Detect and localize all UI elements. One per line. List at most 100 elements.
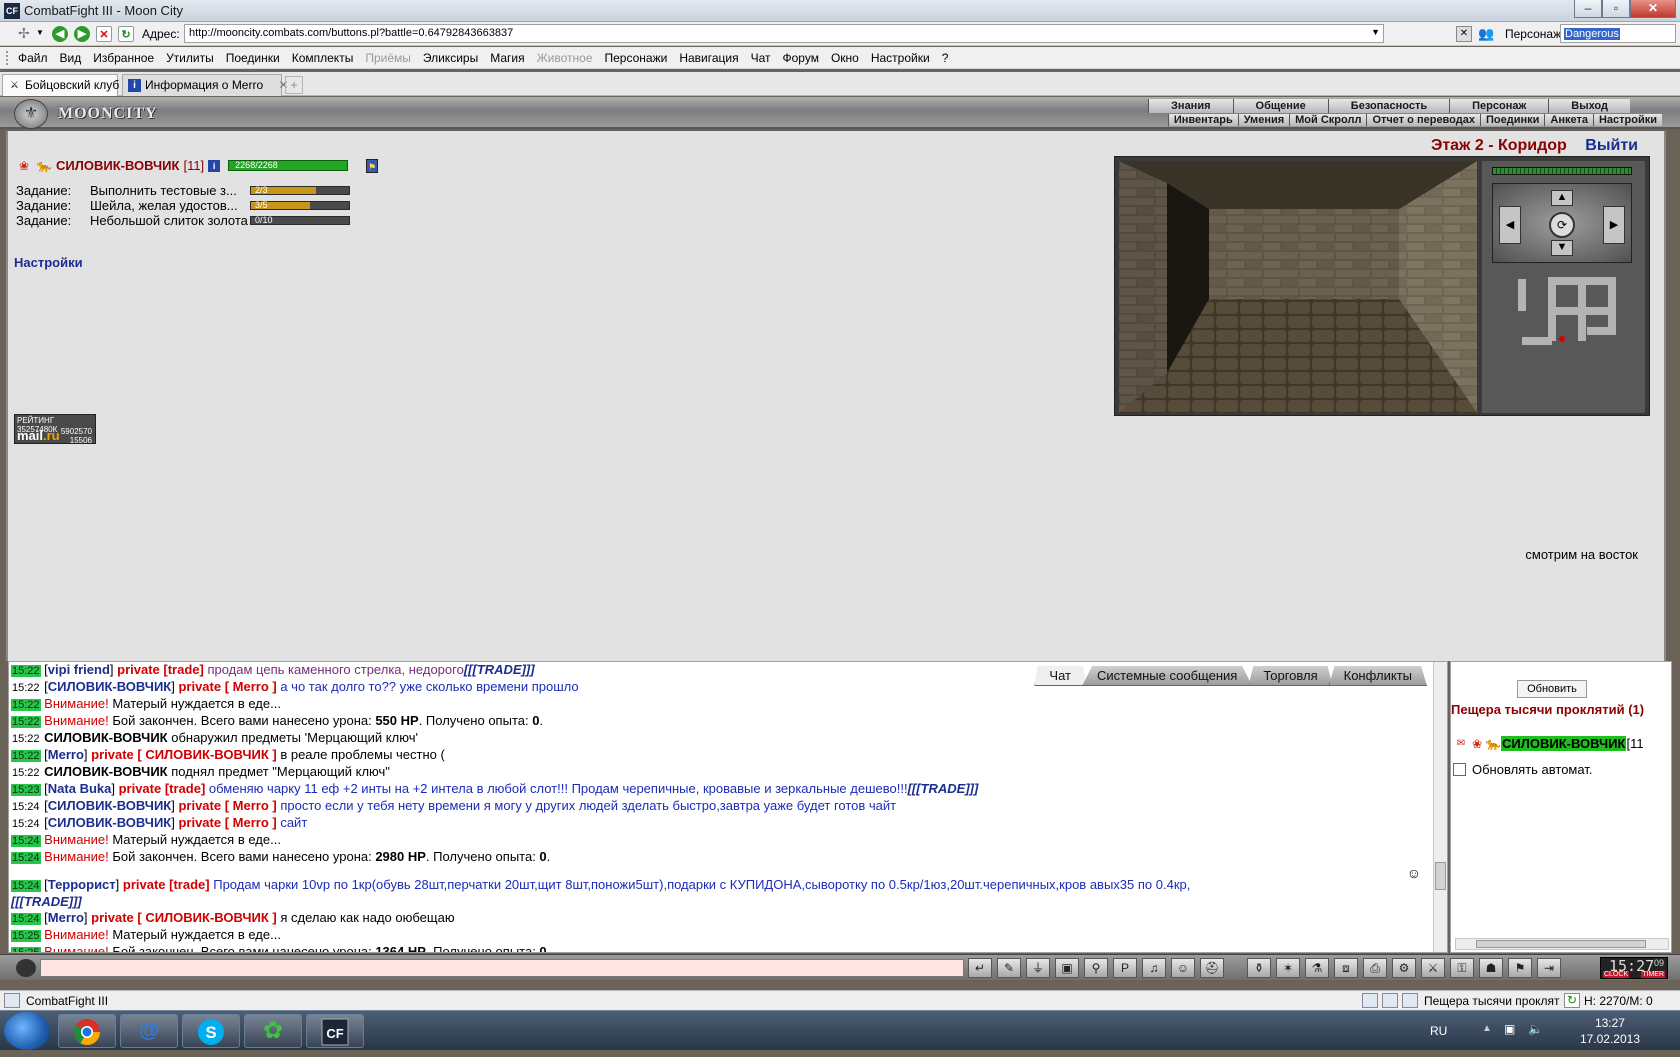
chevron-down-icon[interactable]: ▼ bbox=[36, 28, 44, 37]
scroll-thumb[interactable] bbox=[1435, 862, 1446, 890]
combatfight-icon[interactable]: CF bbox=[306, 1014, 364, 1048]
sub-nav-item[interactable]: Настройки bbox=[1592, 114, 1662, 126]
menu-item[interactable]: Файл bbox=[12, 51, 54, 65]
quest-row[interactable]: Задание: Небольшой слиток золота 0/10 bbox=[16, 213, 350, 228]
bag-icon[interactable]: ⚱ bbox=[1247, 958, 1271, 978]
walk-icon[interactable]: ⚲ bbox=[1084, 958, 1108, 978]
skype-icon[interactable]: S bbox=[182, 1014, 240, 1048]
chat-tab[interactable]: Торговля bbox=[1248, 666, 1333, 686]
volume-icon[interactable]: 🔈 bbox=[1528, 1022, 1543, 1036]
start-button[interactable] bbox=[4, 1012, 50, 1050]
persona-select[interactable]: Dangerous ▼ bbox=[1560, 24, 1676, 43]
chat-text[interactable]: private [ Merro ] bbox=[178, 679, 276, 694]
chat-timestamp[interactable]: 15:22 bbox=[11, 682, 41, 694]
tab-merro-info[interactable]: i Информация о Merro ✕ bbox=[122, 74, 289, 96]
chat-nick[interactable]: vipi friend bbox=[48, 662, 110, 677]
refresh-icon[interactable]: ↻ bbox=[118, 26, 134, 42]
chat-timestamp[interactable]: 15:24 bbox=[11, 880, 41, 892]
menu-item[interactable]: Избранное bbox=[87, 51, 160, 65]
menu-item[interactable]: Эликсиры bbox=[417, 51, 484, 65]
quest-row[interactable]: Задание: Выполнить тестовые з... 2/3 bbox=[16, 183, 350, 198]
chat-scrollbar[interactable] bbox=[1433, 662, 1447, 952]
chat-bubble-icon[interactable] bbox=[16, 959, 36, 977]
autoupdate-option[interactable]: Обновлять автомат. bbox=[1453, 762, 1592, 777]
chat-text[interactable]: private [ СИЛОВИК-ВОВЧИК ] bbox=[91, 747, 277, 762]
close-button[interactable]: ✕ bbox=[1630, 0, 1676, 18]
chat-timestamp[interactable]: 15:24 bbox=[11, 913, 41, 925]
top-nav-item[interactable]: Выход bbox=[1548, 99, 1630, 113]
chat-timestamp[interactable]: 15:22 bbox=[11, 665, 41, 677]
exit-link[interactable]: Выйти bbox=[1585, 137, 1638, 154]
chat-nick[interactable]: Террорист bbox=[48, 877, 116, 892]
chat-nick[interactable]: Merro bbox=[48, 747, 84, 762]
smile-icon[interactable]: ☺ bbox=[1171, 958, 1195, 978]
chat-text[interactable]: private [ Merro ] bbox=[178, 815, 276, 830]
potion-icon[interactable]: ⚗ bbox=[1305, 958, 1329, 978]
menu-item[interactable]: Вид bbox=[54, 51, 88, 65]
chat-text[interactable]: private [trade] bbox=[123, 877, 210, 892]
helmet-icon[interactable]: ⛑ bbox=[1200, 958, 1224, 978]
settings-link[interactable]: Настройки bbox=[14, 255, 83, 270]
chat-timestamp[interactable]: 15:22 bbox=[11, 750, 41, 762]
chest-icon[interactable]: ⧈ bbox=[1334, 958, 1358, 978]
shrine-icon[interactable]: ☗ bbox=[1479, 958, 1503, 978]
sub-nav-item[interactable]: Инвентарь bbox=[1167, 114, 1238, 126]
language-indicator[interactable]: RU bbox=[1430, 1024, 1447, 1038]
menu-item[interactable]: Окно bbox=[825, 51, 865, 65]
network-icon[interactable] bbox=[1362, 993, 1378, 1008]
flag-icon[interactable]: ⚑ bbox=[1508, 958, 1532, 978]
maximize-button[interactable]: ▫ bbox=[1602, 0, 1630, 18]
sound-icon[interactable]: ♫ bbox=[1142, 958, 1166, 978]
chat-nick[interactable]: СИЛОВИК-ВОВЧИК bbox=[44, 730, 167, 745]
sub-nav-item[interactable]: Отчет о переводах bbox=[1366, 114, 1480, 126]
filter-icon[interactable]: ⏚ bbox=[1026, 958, 1050, 978]
menu-item[interactable]: Персонажи bbox=[599, 51, 674, 65]
taskbar-clock[interactable]: 13:27 17.02.2013 bbox=[1580, 1015, 1640, 1047]
pin-icon[interactable]: ✢ bbox=[18, 25, 30, 42]
chat-timestamp[interactable]: 15:24 bbox=[11, 801, 41, 813]
top-nav-item[interactable]: Знания bbox=[1148, 99, 1233, 113]
menu-item[interactable]: Форум bbox=[777, 51, 825, 65]
chat-nick[interactable]: СИЛОВИК-ВОВЧИК bbox=[48, 798, 171, 813]
character-name[interactable]: СИЛОВИК-ВОВЧИК bbox=[56, 158, 179, 173]
chevron-down-icon[interactable]: ▼ bbox=[1371, 27, 1380, 37]
refresh-button[interactable]: Обновить bbox=[1517, 680, 1587, 698]
chat-text[interactable]: private [trade] bbox=[117, 662, 204, 677]
chrome-icon[interactable] bbox=[58, 1014, 116, 1048]
forward-icon[interactable]: ▶ bbox=[74, 26, 90, 42]
top-nav-item[interactable]: Персонаж bbox=[1449, 99, 1549, 113]
shield-emblem-icon[interactable]: ⚑ bbox=[366, 158, 379, 173]
menu-item[interactable]: Комплекты bbox=[286, 51, 360, 65]
back-icon[interactable]: ◀ bbox=[52, 26, 68, 42]
scroll-thumb[interactable] bbox=[1476, 940, 1646, 948]
new-tab-button[interactable]: + bbox=[285, 76, 303, 94]
turn-left-button[interactable]: ◀ bbox=[1499, 206, 1521, 244]
network-icon[interactable]: ▣ bbox=[1504, 1022, 1515, 1036]
member-name[interactable]: СИЛОВИК-ВОВЧИК bbox=[1501, 736, 1627, 751]
chat-tab[interactable]: Конфликты bbox=[1328, 666, 1427, 686]
icq-icon[interactable]: ✿ bbox=[244, 1014, 302, 1048]
chat-tab[interactable]: Системные сообщения bbox=[1082, 666, 1253, 686]
window-icon[interactable] bbox=[1402, 993, 1418, 1008]
chat-text[interactable]: private [trade] bbox=[119, 781, 206, 796]
top-nav-item[interactable]: Безопасность bbox=[1327, 99, 1450, 113]
refresh-icon[interactable]: ⟳ bbox=[1549, 212, 1575, 238]
menu-item[interactable]: ? bbox=[936, 51, 955, 65]
menu-item[interactable]: Навигация bbox=[673, 51, 744, 65]
translit-icon[interactable]: Р bbox=[1113, 958, 1137, 978]
mail-agent-icon[interactable]: @ bbox=[120, 1014, 178, 1048]
menu-item[interactable]: Чат bbox=[745, 51, 777, 65]
chat-timestamp[interactable]: 15:22 bbox=[11, 733, 41, 745]
sub-nav-item[interactable]: Анкета bbox=[1544, 114, 1593, 126]
mailru-rating-counter[interactable]: РЕЙТИНГ 35257480К mail.ru 5902570 15506 bbox=[14, 414, 96, 445]
chat-nick[interactable]: СИЛОВИК-ВОВЧИК bbox=[48, 679, 171, 694]
private-icon[interactable]: ✉ bbox=[1453, 737, 1469, 751]
chat-timestamp[interactable]: 15:25 bbox=[11, 930, 41, 942]
refresh-icon[interactable]: ↻ bbox=[1564, 993, 1580, 1008]
stop-icon[interactable]: ✕ bbox=[96, 26, 112, 42]
sub-nav-item[interactable]: Поединки bbox=[1479, 114, 1545, 126]
gear-icon[interactable]: ⚙ bbox=[1392, 958, 1416, 978]
menu-item[interactable]: Утилиты bbox=[160, 51, 220, 65]
top-nav-item[interactable]: Общение bbox=[1232, 99, 1328, 113]
tab-fight-club[interactable]: ⚔ Бойцовский клуб bbox=[2, 74, 119, 96]
